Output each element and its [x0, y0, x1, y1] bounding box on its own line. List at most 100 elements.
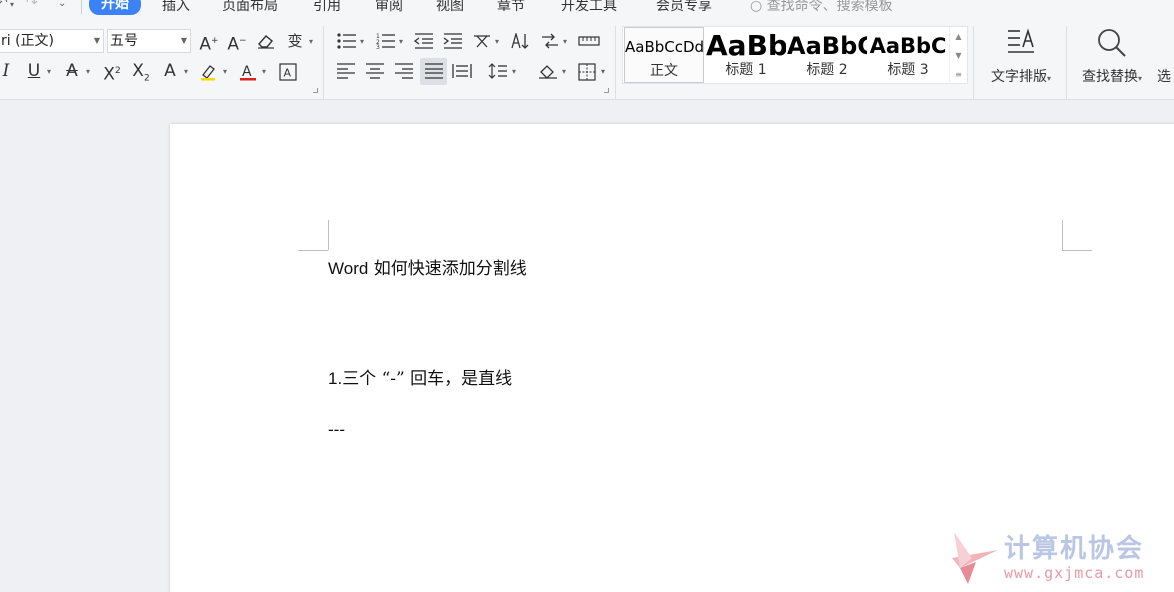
text-direction-icon[interactable] [538, 29, 562, 53]
font-size-value: 五号 [110, 33, 138, 49]
tab-membership[interactable]: 会员专享 [656, 0, 712, 15]
italic-icon[interactable]: I [0, 59, 18, 83]
tab-home[interactable]: 开始 [89, 0, 141, 15]
style-normal-preview: AaBbCcDd [625, 38, 704, 56]
style-scroll-up-icon[interactable]: ▲ [949, 27, 967, 46]
grow-font-icon[interactable]: A+ [197, 29, 221, 55]
document-title-text: 如何快速添加分割线 [368, 259, 527, 279]
svg-text:A: A [242, 64, 252, 80]
document-title-line[interactable]: Word 如何快速添加分割线 [328, 254, 527, 279]
select-button[interactable]: 选 [1157, 28, 1174, 86]
style-gallery: AaBbCcDd 正文 AaBb 标题 1 AaBbC 标题 2 AaBbC 标… [622, 26, 968, 84]
style-gallery-expand-icon[interactable]: ≡ [949, 65, 967, 84]
chevron-down-icon[interactable]: ▾ [184, 67, 188, 76]
chevron-down-icon[interactable]: ▾ [223, 67, 227, 76]
select-label: 选 [1157, 69, 1171, 85]
dashes-line[interactable]: --- [328, 420, 345, 440]
menu-divider [81, 0, 82, 14]
watermark: 计算机协会 www.gxjmca.com [946, 528, 1174, 588]
highlight-icon[interactable] [197, 59, 221, 83]
bullet-list-icon[interactable] [335, 29, 359, 53]
text-layout-button[interactable]: 文字排版▾ [984, 28, 1058, 86]
style-scroll-down-icon[interactable]: ▼ [949, 46, 967, 65]
tab-view[interactable]: 视图 [436, 0, 464, 15]
quick-access-more-icon[interactable]: ⌄ [58, 0, 66, 9]
sort-icon[interactable] [508, 29, 532, 53]
step-1-number: 1. [328, 369, 343, 388]
subscript-icon[interactable]: X2 [129, 59, 153, 83]
ribbon-divider [1066, 26, 1067, 100]
chevron-down-icon[interactable]: ▾ [399, 37, 403, 46]
style-heading-2[interactable]: AaBbC 标题 2 [787, 27, 867, 83]
superscript-icon[interactable]: X2 [100, 59, 124, 85]
ribbon-divider [973, 26, 974, 100]
document-page[interactable]: Word 如何快速添加分割线 1.三个 “-” 回车，是直线 --- [170, 124, 1174, 592]
shrink-font-icon[interactable]: A− [225, 29, 249, 55]
command-search-placeholder: 查找命令、搜索模板 [766, 0, 893, 14]
chevron-down-icon[interactable]: ▾ [47, 67, 51, 76]
watermark-name: 计算机协会 [1004, 534, 1145, 564]
svg-text:3: 3 [376, 44, 380, 49]
borders-icon[interactable] [575, 59, 599, 83]
undo-dropdown-icon[interactable]: ▾ [10, 0, 14, 9]
numbered-list-icon[interactable]: 123 [374, 29, 398, 53]
select-icon [1165, 28, 1174, 56]
chevron-down-icon[interactable]: ▾ [262, 67, 266, 76]
underline-icon[interactable]: U [22, 59, 46, 83]
chevron-down-icon[interactable]: ▾ [601, 67, 605, 76]
redo-icon[interactable]: ↷ [26, 0, 38, 11]
chevron-down-icon: ▾ [1046, 74, 1051, 83]
chinese-layout-icon[interactable] [470, 29, 494, 53]
align-left-icon[interactable] [334, 59, 358, 83]
phonetic-guide-icon[interactable]: 变 [283, 29, 307, 53]
watermark-url: www.gxjmca.com [1004, 564, 1145, 582]
undo-icon[interactable]: ↶ [0, 0, 8, 11]
align-center-icon[interactable] [363, 59, 387, 83]
style-heading-3[interactable]: AaBbC 标题 3 [868, 27, 948, 83]
justify-icon[interactable] [420, 58, 447, 85]
chevron-down-icon[interactable]: ▾ [309, 37, 313, 46]
menu-bar: ↶ ▾ ↷ ⌄ 开始 插入 页面布局 引用 审阅 视图 章节 开发工具 会员专享… [0, 0, 1174, 16]
find-replace-button[interactable]: 查找替换▾ [1075, 28, 1149, 86]
increase-indent-icon[interactable] [441, 29, 465, 53]
style-heading-1[interactable]: AaBb 标题 1 [706, 27, 786, 83]
shading-icon[interactable] [536, 59, 560, 83]
chevron-down-icon[interactable]: ▾ [562, 67, 566, 76]
clear-format-icon[interactable] [254, 29, 278, 53]
character-border-icon[interactable]: A [276, 59, 300, 83]
tab-stops-icon[interactable] [577, 29, 601, 53]
decrease-indent-icon[interactable] [412, 29, 436, 53]
font-color-icon[interactable]: A [236, 59, 260, 83]
tab-page-layout[interactable]: 页面布局 [222, 0, 278, 15]
tab-insert[interactable]: 插入 [162, 0, 190, 15]
style-heading-1-preview: AaBb [706, 29, 786, 62]
style-heading-2-label: 标题 2 [806, 62, 848, 78]
ribbon-divider [323, 26, 324, 100]
tab-review[interactable]: 审阅 [375, 0, 403, 15]
tab-developer[interactable]: 开发工具 [561, 0, 617, 15]
font-size-select[interactable]: 五号 ▼ [107, 29, 191, 53]
chevron-down-icon[interactable]: ▾ [563, 37, 567, 46]
ribbon-divider [615, 26, 616, 100]
distributed-align-icon[interactable] [450, 59, 474, 83]
command-search[interactable]: ○ 查找命令、搜索模板 [750, 0, 893, 15]
font-family-value: ri (正文) [1, 33, 55, 49]
style-normal[interactable]: AaBbCcDd 正文 [624, 27, 704, 83]
chevron-down-icon[interactable]: ▾ [512, 67, 516, 76]
style-heading-2-preview: AaBbC [787, 32, 867, 60]
font-dialog-launcher[interactable] [313, 88, 318, 93]
chevron-down-icon[interactable]: ▾ [495, 37, 499, 46]
tab-section[interactable]: 章节 [497, 0, 525, 15]
document-title-latin: Word [328, 259, 369, 278]
chevron-down-icon[interactable]: ▾ [86, 67, 90, 76]
chevron-down-icon: ▼ [93, 36, 100, 45]
font-family-select[interactable]: ri (正文) ▼ [0, 29, 104, 53]
line-spacing-icon[interactable] [486, 59, 510, 83]
paragraph-dialog-launcher[interactable] [604, 88, 609, 93]
align-right-icon[interactable] [392, 59, 416, 83]
text-effect-icon[interactable]: A [158, 59, 182, 83]
chevron-down-icon[interactable]: ▾ [360, 37, 364, 46]
strikethrough-icon[interactable]: A [60, 59, 84, 83]
tab-references[interactable]: 引用 [313, 0, 341, 15]
step-1-line[interactable]: 1.三个 “-” 回车，是直线 [328, 364, 512, 389]
